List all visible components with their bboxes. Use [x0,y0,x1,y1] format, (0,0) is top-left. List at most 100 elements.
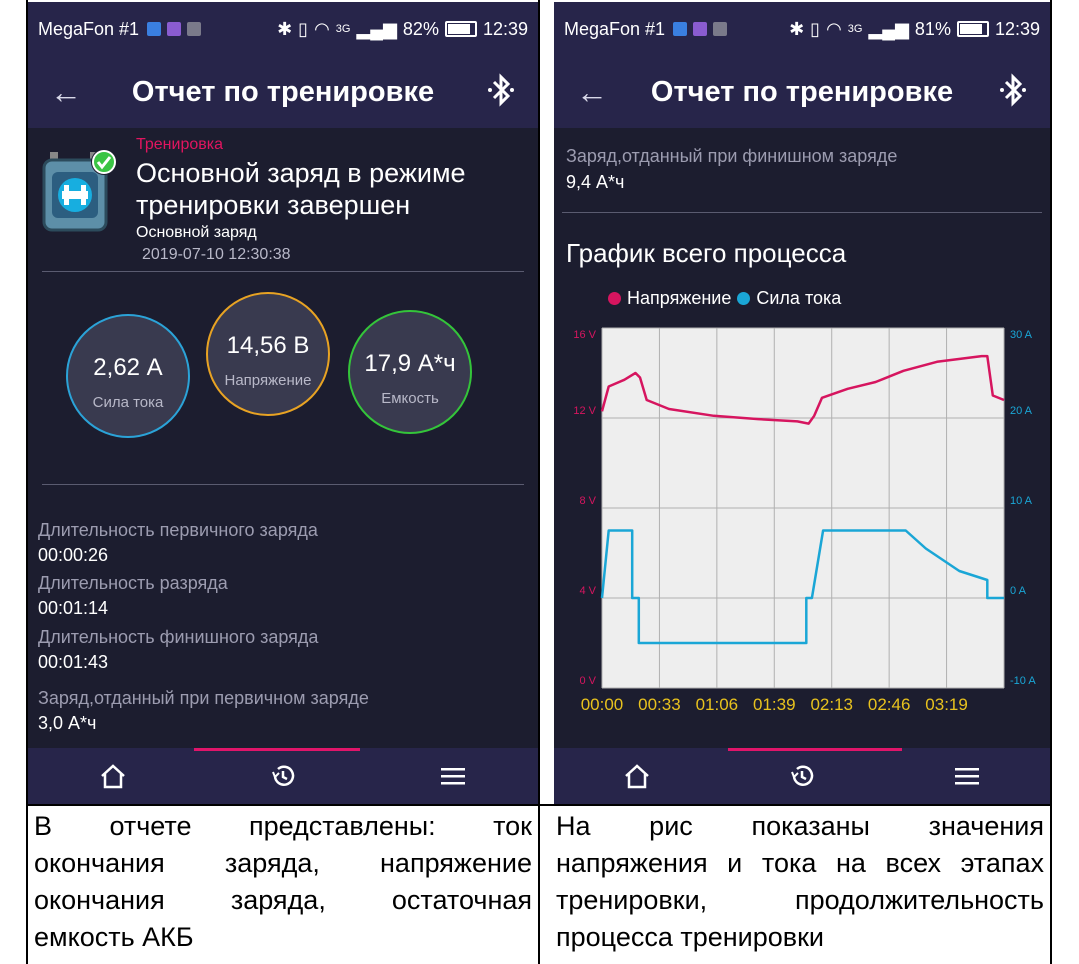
app-notification-icon [147,22,162,36]
divider [562,212,1042,213]
vibrate-icon: ▯ [298,18,309,39]
detail-value: 00:00:26 [38,545,109,565]
battery-percent: 82% [402,18,439,39]
y-right-tick-label: -10 A [1010,675,1036,687]
x-tick-label: 03:19 [925,695,968,714]
caption-line: В отчете представлены: ток [34,811,532,841]
voltage-circle: 14,56 В Напряжение [206,292,330,416]
finish-charge-label: Заряд,отданный при финишном заряде [566,146,898,166]
training-category: Тренировка [136,136,223,153]
home-icon[interactable] [617,756,657,796]
voltage-value: 14,56 В [226,332,310,359]
report-content: Тренировка Основной заряд в режиме трени… [28,128,538,748]
table-border-middle [538,0,540,964]
voltage-legend-dot [608,292,621,305]
menu-icon[interactable] [947,756,987,796]
current-legend-label: Сила тока [756,288,842,308]
current-legend-dot [737,292,751,305]
nav-active-indicator [728,748,902,751]
network-type: 3G [335,23,351,35]
bottom-nav [554,748,1050,804]
page-title: Отчет по тренировке [650,75,954,108]
x-tick-label: 02:13 [810,695,853,714]
back-arrow-icon[interactable]: ← [50,74,90,111]
caption-line: напряжения и тока на всех этапах [556,848,1044,878]
battery-icon [444,21,477,37]
finish-charge-value: 9,4 А*ч [566,172,625,192]
wifi-icon: ◠ [314,18,330,39]
caption-line: окончания заряда, напряжение [34,848,532,878]
nav-active-indicator [194,748,360,751]
capacity-label: Емкость [381,390,439,407]
notification-icons [673,22,728,36]
right-caption: На рис показаны значения напряжения и то… [556,808,1044,956]
capacity-circle: 17,9 А*ч Емкость [348,310,472,434]
capacity-value: 17,9 А*ч [364,350,456,377]
gallery-notification-icon [713,22,728,36]
home-icon[interactable] [93,756,133,796]
y-left-tick-label: 16 V [573,329,596,341]
x-tick-label: 00:00 [581,695,624,714]
carrier-label: MegaFon #1 [564,18,666,39]
detail-finish-charge-duration: Длительность финишного заряда 00:01:43 [38,627,318,673]
y-left-tick-label: 0 V [579,675,596,687]
signal-icon: ▂▄▆ [868,18,909,39]
vibrate-icon: ▯ [810,18,821,39]
menu-icon[interactable] [433,756,473,796]
status-bar: MegaFon #1 ✱ ▯ ◠ 3G ▂▄▆ 82% 12:39 [28,2,538,56]
y-right-tick-label: 0 A [1010,585,1027,597]
current-circle: 2,62 А Сила тока [66,314,190,438]
bluetooth-icon[interactable] [476,72,516,112]
detail-value: 3,0 А*ч [38,713,97,733]
x-tick-label: 00:33 [638,695,681,714]
caption-line: процесса тренировки [556,922,825,952]
x-tick-label: 02:46 [868,695,911,714]
y-right-tick-label: 30 A [1010,329,1033,341]
detail-label: Длительность финишного заряда [38,627,319,647]
bluetooth-icon[interactable] [988,72,1028,112]
y-left-tick-label: 4 V [579,585,596,597]
bluetooth-status-icon: ✱ [789,18,805,39]
page-title: Отчет по тренировке [131,75,435,108]
training-status-line1: Основной заряд в режиме [136,158,466,188]
left-phone-screen: MegaFon #1 ✱ ▯ ◠ 3G ▂▄▆ 82% 12:39 ← Отче… [28,2,538,804]
x-tick-label: 01:06 [696,695,739,714]
right-phone-screen: MegaFon #1 ✱ ▯ ◠ 3G ▂▄▆ 81% 12:39 ← Отче… [554,2,1050,804]
table-border-right [1050,0,1052,964]
current-value: 2,62 А [93,354,163,381]
detail-label: Заряд,отданный при первичном заряде [38,688,369,708]
current-label: Сила тока [92,394,164,411]
clock: 12:39 [482,18,528,39]
caption-line: окончания заряда, остаточная [34,885,532,915]
wifi-icon: ◠ [826,18,842,39]
y-right-tick-label: 20 A [1010,405,1033,417]
history-icon[interactable] [782,756,822,796]
battery-training-icon [40,146,120,238]
app-bar: ← Отчет по тренировке [554,56,1050,128]
app-notification-icon [673,22,688,36]
image-notification-icon [167,22,182,36]
history-icon[interactable] [263,756,303,796]
training-substatus: Основной заряд [136,224,257,241]
caption-line: емкость АКБ [34,922,194,952]
bluetooth-status-icon: ✱ [277,18,293,39]
voltage-label: Напряжение [224,372,312,389]
clock: 12:39 [994,18,1040,39]
divider [42,271,524,272]
voltage-legend-label: Напряжение [627,288,732,308]
detail-label: Длительность первичного заряда [38,520,318,540]
caption-line: тренировки, продолжительность [556,885,1044,915]
left-caption: В отчете представлены: ток окончания зар… [34,808,532,956]
detail-primary-charge-duration: Длительность первичного заряда 00:00:26 [38,520,318,566]
y-left-tick-label: 12 V [573,405,596,417]
detail-primary-charge-amount: Заряд,отданный при первичном заряде 3,0 … [38,688,369,734]
detail-discharge-duration: Длительность разряда 00:01:14 [38,573,228,619]
report-content: Заряд,отданный при финишном заряде 9,4 А… [554,128,1050,748]
back-arrow-icon[interactable]: ← [576,74,616,111]
status-bar: MegaFon #1 ✱ ▯ ◠ 3G ▂▄▆ 81% 12:39 [554,2,1050,56]
battery-icon [956,21,989,37]
carrier-label: MegaFon #1 [38,18,140,39]
detail-value: 00:01:43 [38,652,109,672]
battery-percent: 81% [914,18,951,39]
training-datetime: 2019-07-10 12:30:38 [142,246,291,263]
